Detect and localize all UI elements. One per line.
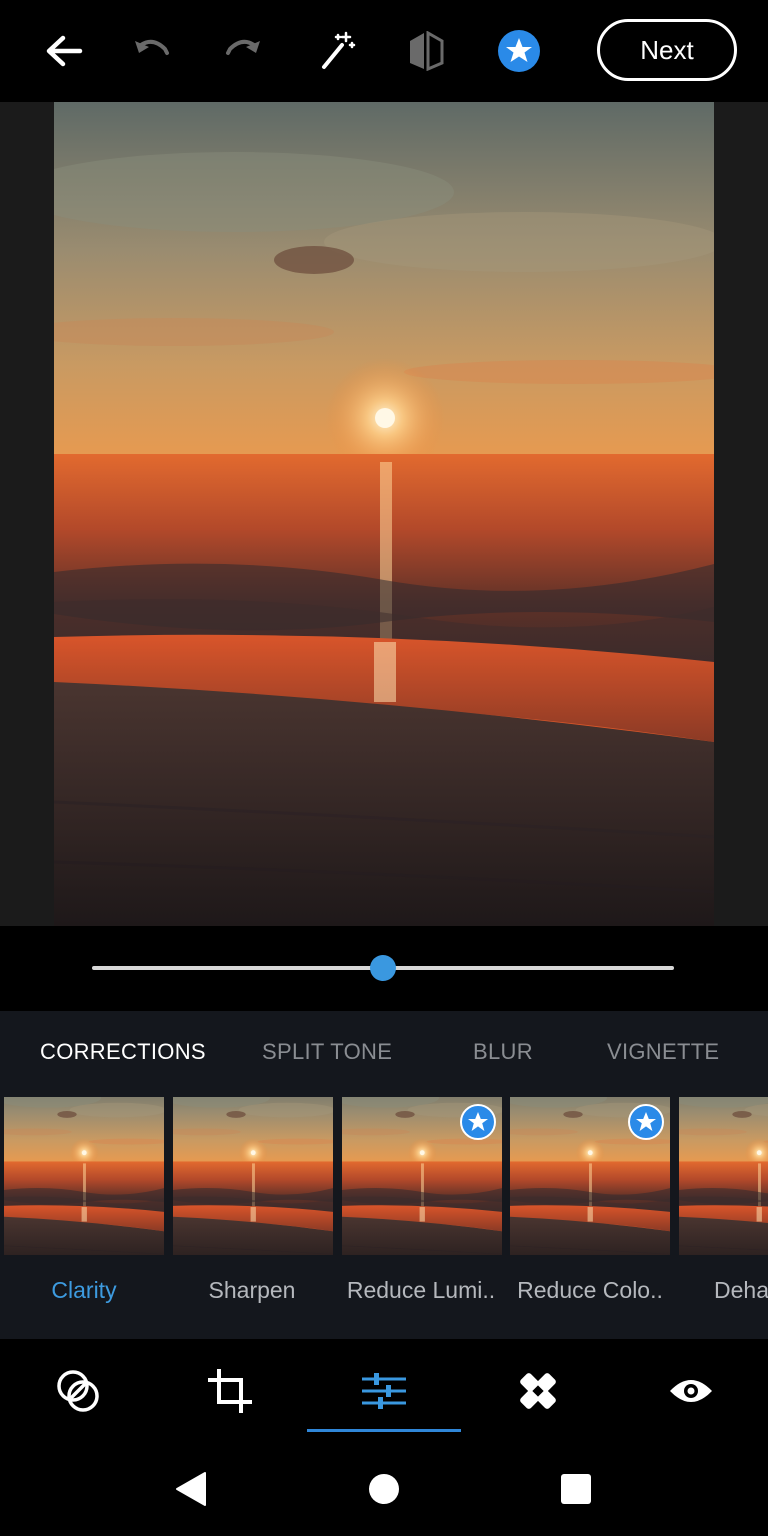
system-navigation-bar	[0, 1439, 768, 1536]
active-tool-indicator	[307, 1429, 461, 1432]
adjust-sliders-icon[interactable]	[360, 1367, 408, 1415]
photo-preview[interactable]	[54, 102, 714, 926]
top-toolbar: Next	[0, 0, 768, 102]
tab-vignette[interactable]: VIGNETTE	[607, 1039, 719, 1065]
preset-label-reduce-color: Reduce Colo..	[517, 1277, 663, 1303]
undo-icon[interactable]	[126, 26, 176, 76]
back-arrow-icon[interactable]	[38, 26, 88, 76]
tab-split-tone[interactable]: SPLIT TONE	[262, 1039, 392, 1065]
preset-thumbnail-dehaze[interactable]	[679, 1097, 768, 1255]
preset-label-dehaze: Deha	[714, 1277, 768, 1303]
image-canvas	[0, 102, 768, 926]
premium-star-icon	[628, 1104, 664, 1140]
preset-thumbnail-clarity[interactable]	[4, 1097, 164, 1255]
compare-icon[interactable]	[401, 26, 451, 76]
redo-icon[interactable]	[219, 26, 269, 76]
tab-blur[interactable]: BLUR	[473, 1039, 533, 1065]
back-triangle-icon[interactable]	[170, 1469, 210, 1509]
premium-star-icon[interactable]	[494, 26, 544, 76]
slider-handle[interactable]	[370, 955, 396, 981]
recents-square-icon[interactable]	[556, 1469, 596, 1509]
preset-thumbnail-reduce-color[interactable]	[510, 1097, 670, 1255]
bottom-tool-bar	[0, 1339, 768, 1439]
effects-panel: CORRECTIONS SPLIT TONE BLUR VIGNETTE Cla…	[0, 1011, 768, 1339]
next-button[interactable]: Next	[597, 19, 737, 81]
looks-icon[interactable]	[54, 1367, 102, 1415]
preset-thumbnail-reduce-luminance[interactable]	[342, 1097, 502, 1255]
preset-label-reduce-luminance: Reduce Lumi..	[346, 1277, 496, 1303]
healing-bandage-icon[interactable]	[514, 1367, 562, 1415]
preset-label-clarity: Clarity	[51, 1277, 117, 1303]
home-circle-icon[interactable]	[364, 1469, 404, 1509]
crop-icon[interactable]	[206, 1367, 254, 1415]
preset-thumbnail-sharpen[interactable]	[173, 1097, 333, 1255]
preset-label-sharpen: Sharpen	[208, 1277, 296, 1303]
intensity-slider[interactable]	[0, 926, 768, 1010]
slider-track[interactable]	[92, 955, 674, 981]
premium-star-icon	[460, 1104, 496, 1140]
tab-corrections[interactable]: CORRECTIONS	[40, 1039, 206, 1065]
eye-icon[interactable]	[667, 1367, 715, 1415]
magic-wand-icon[interactable]	[311, 26, 361, 76]
